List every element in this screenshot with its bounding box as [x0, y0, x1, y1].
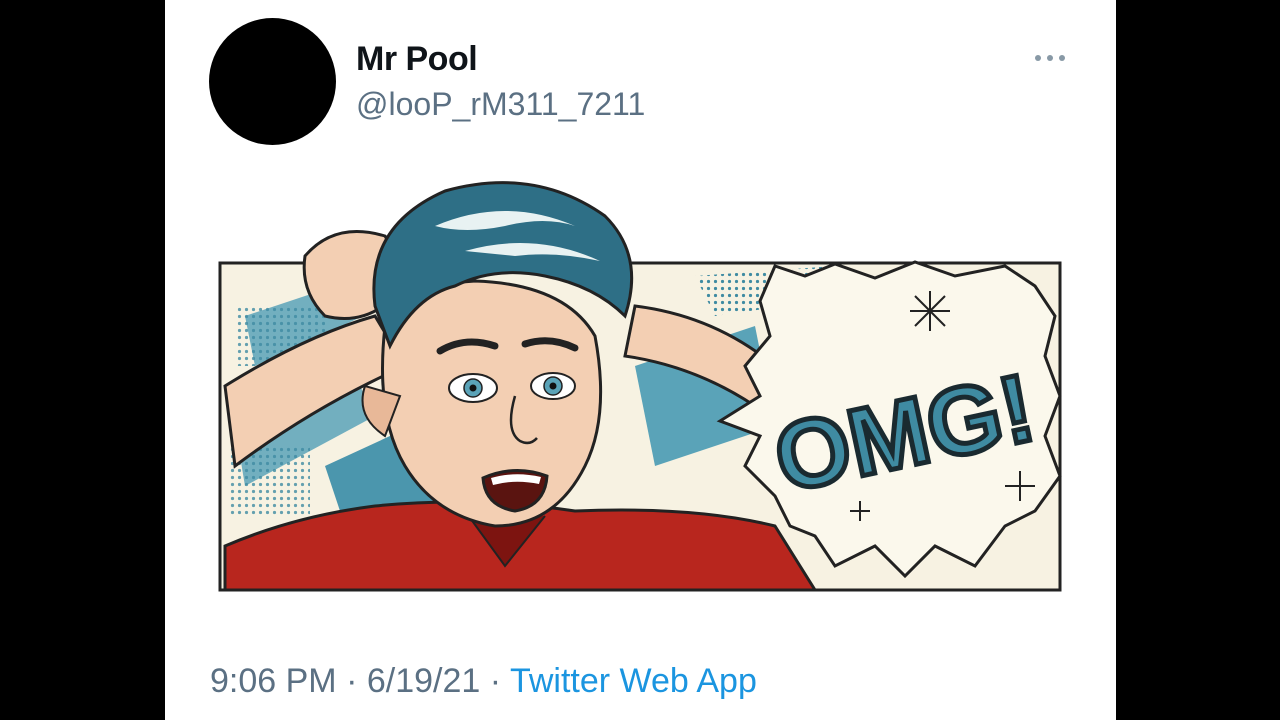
avatar[interactable] [209, 18, 336, 145]
more-horizontal-icon[interactable] [1029, 44, 1071, 72]
tweet-meta: 9:06 PM · 6/19/21 · Twitter Web App [210, 662, 757, 701]
tweet-date[interactable]: 6/19/21 [367, 662, 480, 700]
meta-separator: · [489, 662, 502, 700]
tweet-media-image[interactable]: OMG! [215, 166, 1065, 596]
author-handle[interactable]: @looP_rM311_7211 [356, 86, 645, 123]
tweet-time[interactable]: 9:06 PM [210, 662, 337, 700]
tweet-source-link[interactable]: Twitter Web App [510, 662, 757, 700]
tweet-card: Mr Pool @looP_rM311_7211 OMG! 9:06 PM · … [165, 0, 1116, 720]
meta-separator: · [346, 662, 358, 700]
author-display-name[interactable]: Mr Pool [356, 40, 478, 79]
